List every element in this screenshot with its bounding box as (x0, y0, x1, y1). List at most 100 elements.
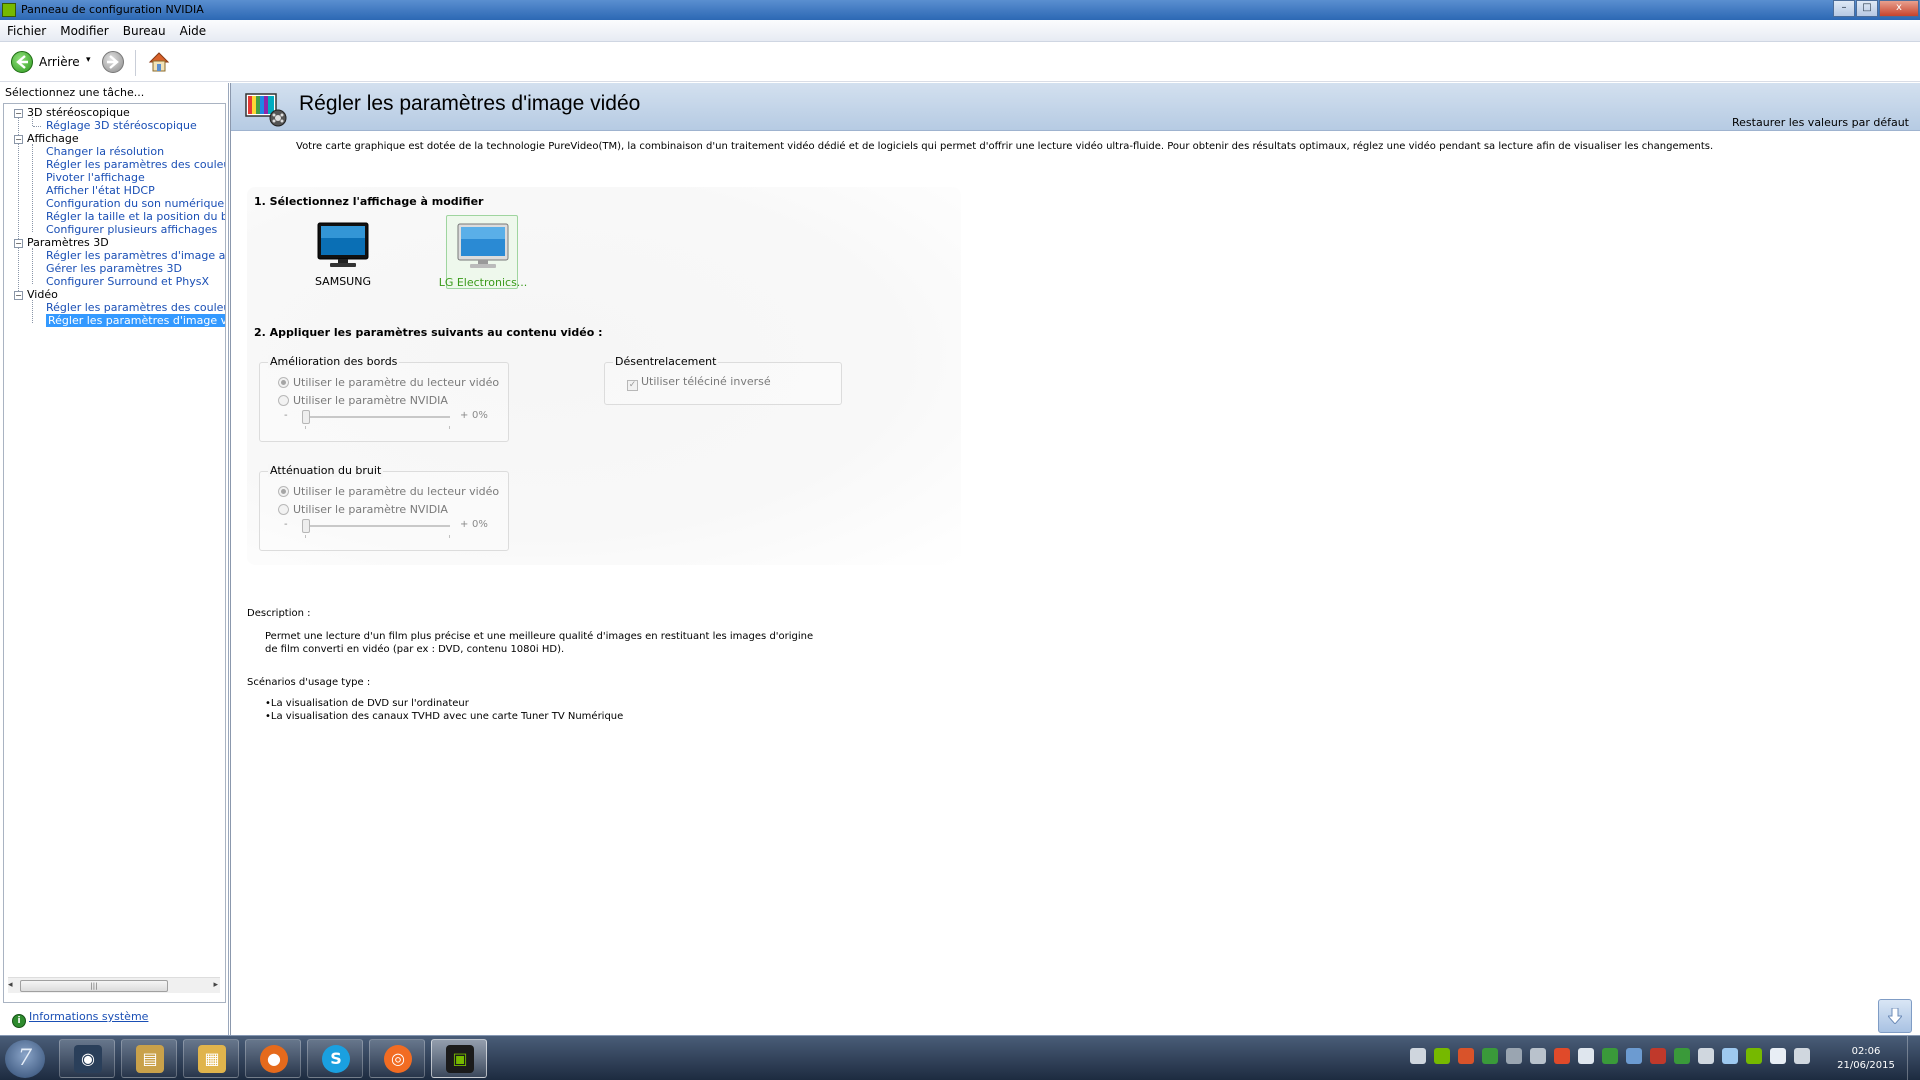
menu-aide[interactable]: Aide (173, 20, 214, 41)
tree-group-label: Paramètres 3D (27, 236, 109, 249)
group-title: Atténuation du bruit (268, 464, 384, 477)
display-samsung[interactable]: SAMSUNG (307, 215, 379, 289)
collapse-icon[interactable]: − (14, 291, 23, 300)
tray-icon[interactable] (1602, 1048, 1618, 1064)
tree-item-changer-resolution[interactable]: Changer la résolution (46, 145, 225, 158)
video-settings-icon (244, 90, 290, 128)
tree-item-gerer-3d[interactable]: Gérer les paramètres 3D (46, 262, 225, 275)
tray-icon[interactable] (1458, 1048, 1474, 1064)
noise-option-player[interactable]: Utiliser le paramètre du lecteur vidéo (278, 485, 499, 498)
scroll-left-icon[interactable]: ◂ (8, 980, 13, 990)
menu-bureau[interactable]: Bureau (116, 20, 173, 41)
taskbar: 7 ◉ ▤ ▦ ● S ◎ ▣ 02:06 21/06/2015 (0, 1035, 1920, 1080)
slider-track[interactable] (302, 525, 450, 527)
horizontal-scrollbar[interactable]: ◂ ||| ▸ (8, 977, 220, 993)
page-title: Régler les paramètres d'image vidéo (299, 92, 641, 115)
minimize-button[interactable]: – (1833, 0, 1855, 17)
radio-selected-icon[interactable] (278, 486, 289, 497)
radio-icon[interactable] (278, 395, 289, 406)
tray-icon[interactable] (1578, 1048, 1594, 1064)
collapse-icon[interactable]: − (14, 109, 23, 118)
tray-icon[interactable] (1626, 1048, 1642, 1064)
taskbar-app-libraries[interactable]: ▤ (121, 1039, 177, 1078)
edge-slider[interactable]: - + 0% (284, 410, 494, 430)
collapse-icon[interactable]: − (14, 135, 23, 144)
tray-icon[interactable] (1650, 1048, 1666, 1064)
slider-track[interactable] (302, 416, 450, 418)
tray-icon[interactable] (1410, 1048, 1426, 1064)
tree-group-label: Affichage (27, 132, 79, 145)
tree-item-surround-physx[interactable]: Configurer Surround et PhysX (46, 275, 225, 288)
tray-icon[interactable] (1530, 1048, 1546, 1064)
tree-item-image-video[interactable]: Régler les paramètres d'image vidéo (46, 314, 225, 327)
tray-icon[interactable] (1482, 1048, 1498, 1064)
tree-group-video[interactable]: − Vidéo (14, 288, 58, 301)
back-history-dropdown-icon[interactable]: ▾ (86, 55, 91, 65)
taskbar-app-origin[interactable]: ◎ (369, 1039, 425, 1078)
menu-bar: Fichier Modifier Bureau Aide (0, 20, 1920, 42)
tray-icon[interactable] (1746, 1048, 1762, 1064)
tree-item-etat-hdcp[interactable]: Afficher l'état HDCP (46, 184, 225, 197)
monitor-icon (316, 221, 370, 269)
close-button[interactable]: x (1879, 0, 1919, 17)
tree-group-parametres-3d[interactable]: − Paramètres 3D (14, 236, 109, 249)
slider-tick (305, 535, 306, 538)
scroll-thumb[interactable]: ||| (20, 980, 168, 992)
menu-modifier[interactable]: Modifier (53, 20, 116, 41)
windows-logo-icon: 7 (18, 1046, 32, 1071)
taskbar-app-explorer[interactable]: ▦ (183, 1039, 239, 1078)
scroll-down-button[interactable] (1878, 999, 1912, 1033)
edge-option-nvidia[interactable]: Utiliser le paramètre NVIDIA (278, 394, 448, 407)
tree-item-reglage-3d-stereo[interactable]: Réglage 3D stéréoscopique (46, 119, 225, 132)
tree-item-pivoter-affichage[interactable]: Pivoter l'affichage (46, 171, 225, 184)
clock[interactable]: 02:06 21/06/2015 (1834, 1045, 1898, 1073)
noise-slider[interactable]: - + 0% (284, 519, 494, 539)
noise-option-nvidia[interactable]: Utiliser le paramètre NVIDIA (278, 503, 448, 516)
tree-item-plusieurs-affichages[interactable]: Configurer plusieurs affichages (46, 223, 225, 236)
tree-group-affichage[interactable]: − Affichage (14, 132, 79, 145)
taskbar-app-steam[interactable]: ◉ (59, 1039, 115, 1078)
show-desktop-button[interactable] (1907, 1036, 1920, 1080)
start-button[interactable]: 7 (5, 1040, 45, 1078)
tree-group-3d-stereo[interactable]: −3D stéréoscopique (14, 106, 130, 119)
back-button-label[interactable]: Arrière (39, 55, 80, 69)
tray-icon[interactable] (1434, 1048, 1450, 1064)
tree-item-couleurs-bureau[interactable]: Régler les paramètres des couleurs d (46, 158, 225, 171)
taskbar-app-skype[interactable]: S (307, 1039, 363, 1078)
tree-item-image-apercu[interactable]: Régler les paramètres d'image avec A (46, 249, 225, 262)
tree-item-couleurs-video[interactable]: Régler les paramètres des couleurs v (46, 301, 225, 314)
slider-thumb[interactable] (302, 410, 310, 424)
restore-defaults-link[interactable]: Restaurer les valeurs par défaut (1732, 116, 1909, 129)
forward-arrow-icon[interactable] (102, 51, 124, 73)
edge-option-player[interactable]: Utiliser le paramètre du lecteur vidéo (278, 376, 499, 389)
home-icon[interactable] (147, 50, 171, 74)
back-arrow-icon[interactable] (11, 51, 33, 73)
menu-fichier[interactable]: Fichier (0, 20, 53, 41)
tray-icon[interactable] (1674, 1048, 1690, 1064)
collapse-icon[interactable]: − (14, 239, 23, 248)
tray-icon[interactable] (1698, 1048, 1714, 1064)
tray-icon[interactable] (1554, 1048, 1570, 1064)
tree-group-label: 3D stéréoscopique (27, 106, 130, 119)
inverse-telecine-option[interactable]: ✓ Utiliser téléciné inversé (627, 375, 771, 391)
tray-icon[interactable] (1722, 1048, 1738, 1064)
slider-thumb[interactable] (302, 519, 310, 533)
display-lg-selected[interactable]: LG Electronics... (439, 215, 527, 289)
radio-selected-icon[interactable] (278, 377, 289, 388)
tree-item-son-numerique[interactable]: Configuration du son numérique (46, 197, 225, 210)
tray-icon[interactable] (1506, 1048, 1522, 1064)
taskbar-app-nvidia[interactable]: ▣ (431, 1039, 487, 1078)
maximize-button[interactable]: □ (1856, 0, 1878, 17)
radio-icon[interactable] (278, 504, 289, 515)
tree-item-taille-position[interactable]: Régler la taille et la position du burea (46, 210, 225, 223)
tray-icon[interactable] (1794, 1048, 1810, 1064)
system-info-link[interactable]: Informations système (29, 1010, 148, 1023)
page-header: Régler les paramètres d'image vidéo Rest… (231, 83, 1920, 131)
display-name: SAMSUNG (315, 275, 371, 288)
scroll-right-icon[interactable]: ▸ (213, 980, 218, 990)
tray-icon[interactable] (1770, 1048, 1786, 1064)
skype-icon: S (322, 1045, 350, 1073)
checkbox-checked-icon[interactable]: ✓ (627, 380, 638, 391)
taskbar-app-firefox[interactable]: ● (245, 1039, 301, 1078)
scenario-item: •La visualisation des canaux TVHD avec u… (265, 711, 623, 722)
